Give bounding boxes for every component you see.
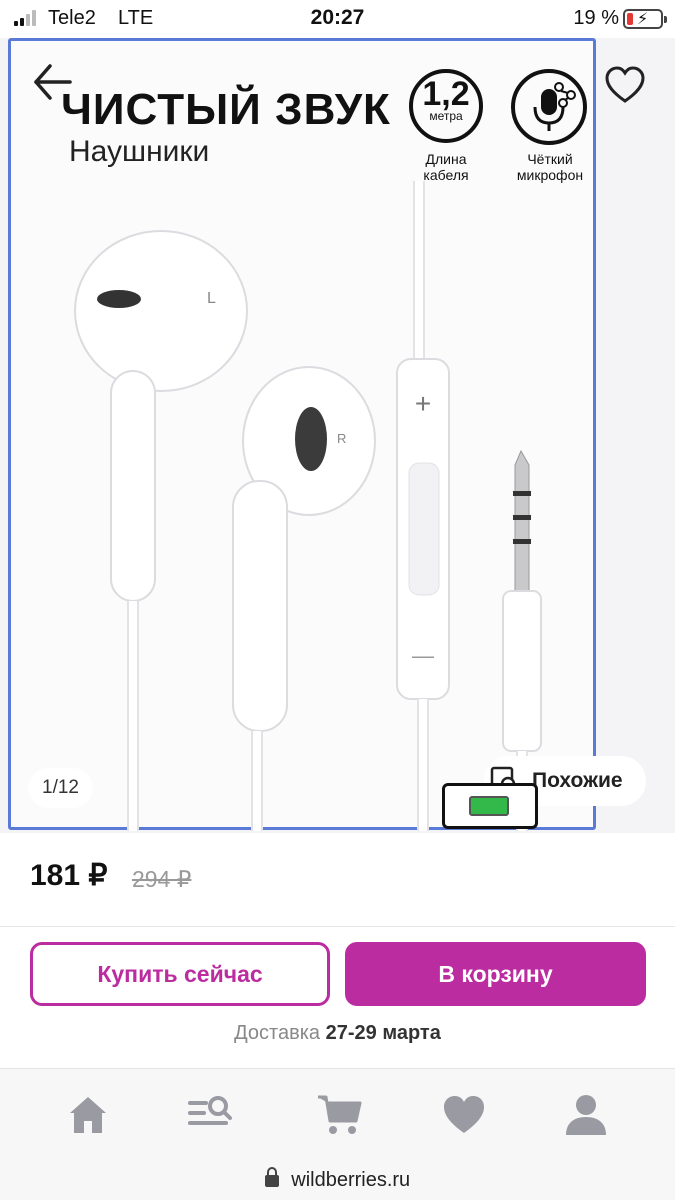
- status-bar: Tele2 LTE 20:27 19 % ⚡︎: [0, 0, 675, 38]
- home-icon[interactable]: [64, 1091, 112, 1139]
- mic-label-line2: микрофон: [516, 167, 584, 183]
- buy-now-button[interactable]: Купить сейчас: [30, 942, 330, 1006]
- microphone-label: Чёткий микрофон: [507, 151, 593, 183]
- remote-minus-label: —: [412, 643, 434, 668]
- hero-title: ЧИСТЫЙ ЗВУК: [61, 85, 391, 134]
- product-gallery[interactable]: + — L R ЧИСТЫЙ ЗВУК Наушники 1,2 метра Д…: [0, 38, 675, 833]
- charging-battery-icon: [442, 783, 538, 829]
- browser-url-bar[interactable]: wildberries.ru: [0, 1160, 675, 1200]
- battery-level-fill: [627, 13, 633, 25]
- back-arrow-icon[interactable]: [28, 58, 76, 106]
- product-photo: + — L R ЧИСТЫЙ ЗВУК Наушники 1,2 метра Д…: [8, 38, 596, 831]
- delivery-dates: 27-29 марта: [325, 1022, 441, 1044]
- old-price: 294 ₽: [132, 866, 192, 892]
- charging-bolt-icon: ⚡︎: [637, 11, 649, 28]
- battery-icon: ⚡︎: [623, 9, 667, 29]
- earbud-left-mark: L: [207, 290, 216, 307]
- cable-length-value: 1,2: [422, 75, 470, 113]
- battery-percent: 19 %: [573, 7, 619, 29]
- current-price: 181 ₽: [30, 859, 108, 892]
- similar-items-label: Похожие: [532, 769, 623, 792]
- favorites-icon[interactable]: [440, 1091, 488, 1139]
- microphone-badge-icon: [511, 69, 587, 145]
- bottom-navigation: [0, 1068, 675, 1160]
- cable-label-line2: кабеля: [423, 167, 469, 183]
- delivery-label: Доставка: [234, 1022, 321, 1044]
- catalog-search-icon[interactable]: [186, 1091, 234, 1139]
- profile-icon[interactable]: [562, 1091, 610, 1139]
- mic-label-line1: Чёткий: [527, 151, 573, 167]
- earphones-illustration: + — L R: [19, 175, 609, 831]
- delivery-info: Доставка 27-29 марта: [0, 1022, 675, 1045]
- favorite-heart-icon[interactable]: [602, 62, 648, 108]
- divider: [0, 926, 675, 927]
- add-to-cart-button[interactable]: В корзину: [345, 942, 646, 1006]
- cable-length-label: Длина кабеля: [403, 151, 489, 183]
- cable-label-line1: Длина: [425, 151, 467, 167]
- cable-length-badge: 1,2 метра: [409, 69, 483, 143]
- image-counter: 1/12: [28, 768, 93, 808]
- lock-icon: [264, 1167, 279, 1187]
- earbud-right-mark: R: [337, 431, 346, 446]
- hero-subtitle: Наушники: [69, 135, 210, 168]
- remote-plus-label: +: [415, 388, 431, 419]
- url-domain: wildberries.ru: [291, 1169, 411, 1191]
- charging-battery-cell: [469, 796, 509, 816]
- cart-icon[interactable]: [316, 1091, 364, 1139]
